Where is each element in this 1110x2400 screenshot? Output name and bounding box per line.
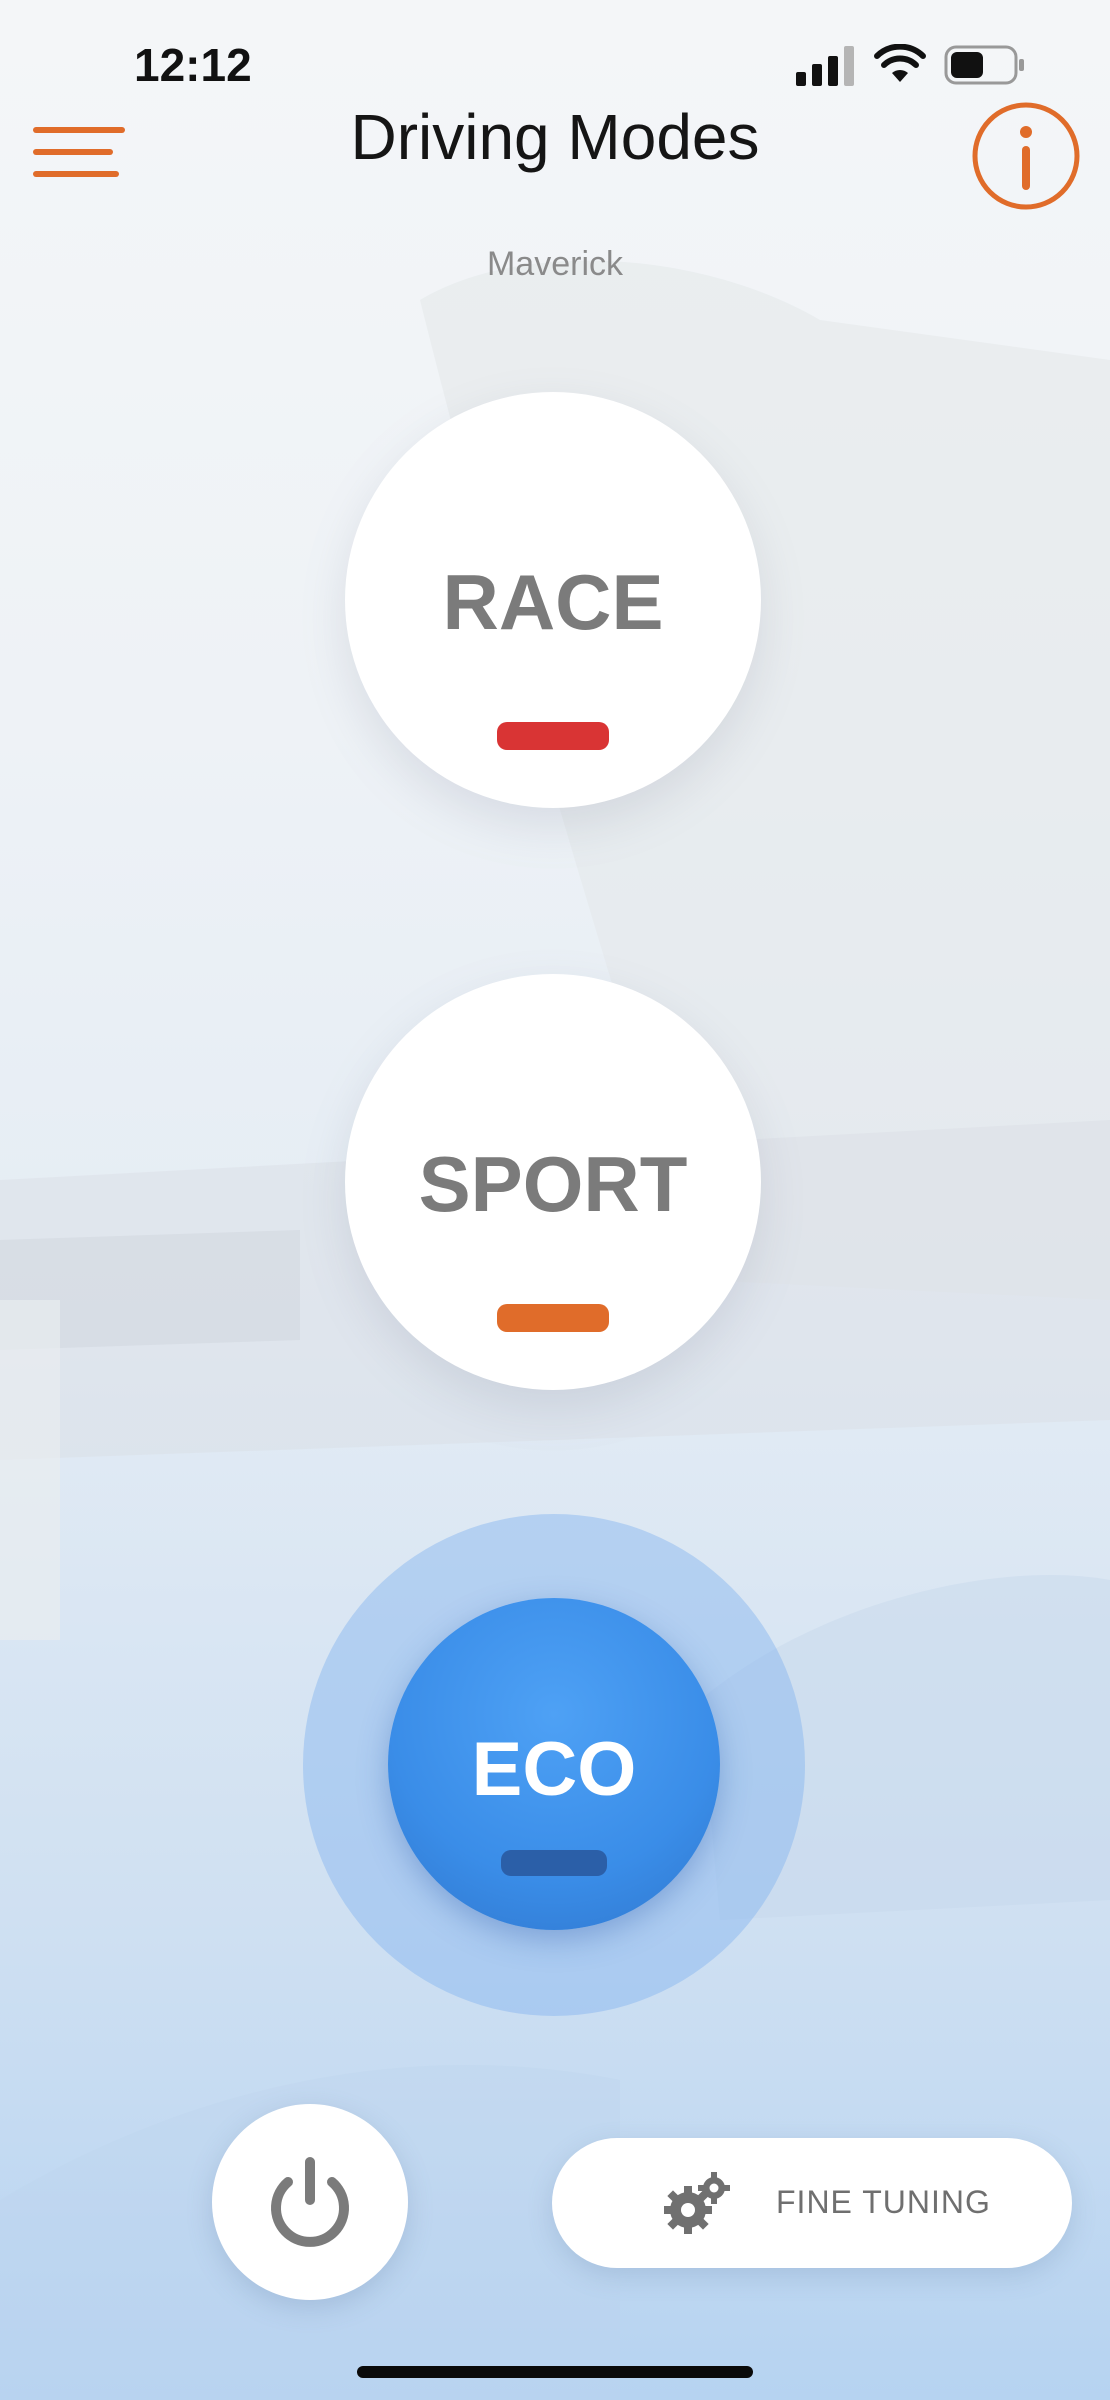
- sport-mode-indicator: [497, 1304, 609, 1332]
- sport-mode-button[interactable]: SPORT: [345, 974, 761, 1390]
- eco-mode-label: ECO: [471, 1727, 637, 1812]
- power-button[interactable]: [212, 2104, 408, 2300]
- sport-mode-label: SPORT: [418, 1140, 688, 1228]
- page-title: Driving Modes: [350, 101, 760, 173]
- wifi-icon: [874, 44, 926, 82]
- status-time: 12:12: [134, 39, 252, 91]
- header: Driving Modes: [0, 90, 1110, 220]
- fine-tuning-label: FINE TUNING: [776, 2184, 991, 2220]
- battery-icon: [944, 45, 1024, 85]
- cellular-signal-icon: [796, 46, 854, 86]
- race-mode-button[interactable]: RACE: [345, 392, 761, 808]
- fine-tuning-button[interactable]: FINE TUNING: [552, 2138, 1072, 2268]
- vehicle-name: Maverick: [486, 245, 624, 283]
- race-mode-indicator: [497, 722, 609, 750]
- home-indicator: [357, 2366, 753, 2378]
- power-icon: [271, 2157, 349, 2247]
- eco-mode-indicator: [501, 1850, 607, 1876]
- eco-mode-button[interactable]: ECO: [388, 1598, 720, 1930]
- race-mode-label: RACE: [442, 558, 664, 646]
- gear-icon: [664, 2172, 730, 2234]
- info-icon[interactable]: [970, 100, 1082, 212]
